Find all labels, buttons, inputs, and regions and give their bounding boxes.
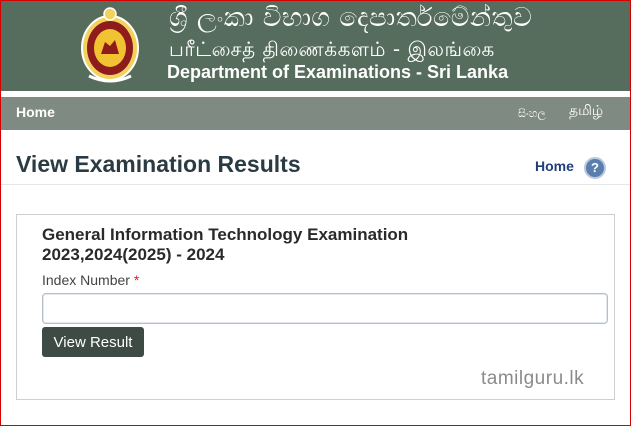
page-title: View Examination Results [16,151,301,177]
exam-title: General Information Technology Examinati… [42,225,409,264]
header-divider [1,184,630,185]
help-icon[interactable]: ? [584,157,606,179]
language-tamil-link[interactable]: தமிழ் [569,103,603,121]
index-number-label: Index Number * [42,272,139,288]
view-result-button[interactable]: View Result [42,327,144,357]
required-marker: * [133,272,140,288]
header-banner: ශ්‍රී ලංකා විභාග දෙපාර්තමේන්තුව பரீட்சைத… [1,1,630,91]
watermark-text: tamilguru.lk [481,368,585,389]
header-title-sinhala: ශ්‍රී ලංකා විභාග දෙපාර්තමේන්තුව [169,3,533,33]
top-navbar: Home සිංහල தமிழ் [1,97,630,130]
help-icon-glyph: ? [591,160,599,175]
index-number-input[interactable] [42,293,608,324]
nav-home-link[interactable]: Home [16,104,55,120]
header-title-english: Department of Examinations - Sri Lanka [167,62,509,82]
breadcrumb-home-link[interactable]: Home [535,158,574,174]
result-form-panel: General Information Technology Examinati… [16,214,615,400]
language-sinhala-link[interactable]: සිංහල [518,107,546,121]
header-title-tamil: பரீட்சைத் திணைக்களம் - இலங்கை [169,37,495,61]
sri-lanka-emblem-icon [81,7,139,83]
index-number-label-text: Index Number [42,272,130,288]
